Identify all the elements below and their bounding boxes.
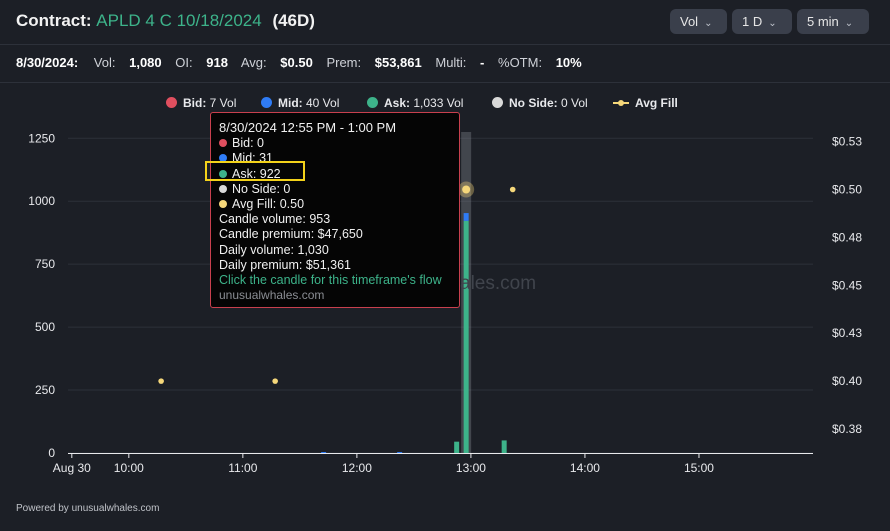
x-tick-label: 11:00 — [228, 461, 257, 475]
noside-dot-icon — [219, 184, 227, 193]
x-tick-label: 10:00 — [114, 461, 144, 475]
y-right-tick-label: $0.43 — [832, 326, 862, 340]
y-left-tick-label: 250 — [35, 383, 55, 397]
y-right-tick-label: $0.38 — [832, 422, 862, 436]
candle-tooltip: 8/30/2024 12:55 PM - 1:00 PM Bid: 0 Mid:… — [210, 112, 460, 308]
powered-by[interactable]: Powered by unusualwhales.com — [16, 503, 159, 514]
tooltip-daily-volume: Daily volume: 1,030 — [219, 242, 329, 257]
mid-volume-bar — [397, 451, 403, 453]
y-right-tick-label: $0.53 — [832, 135, 862, 149]
x-tick-label: Aug 30 — [53, 461, 91, 475]
tooltip-candle-volume: Candle volume: 953 — [219, 212, 331, 227]
y-right-tick-label: $0.50 — [832, 182, 862, 196]
x-tick-label: 13:00 — [456, 461, 486, 475]
tooltip-daily-premium: Daily premium: $51,361 — [219, 257, 352, 272]
tooltip-noside: No Side: 0 — [219, 182, 451, 197]
chart-watermark: ales.com — [460, 273, 537, 294]
x-tick-label: 12:00 — [342, 461, 372, 475]
ask-volume-bar — [454, 441, 460, 453]
tooltip-bid: Bid: 0 — [219, 136, 451, 151]
ask-volume-bar — [463, 220, 469, 453]
mid-volume-bar — [463, 213, 469, 221]
x-tick-label: 15:00 — [684, 461, 714, 475]
y-left-tick-label: 1000 — [28, 194, 55, 208]
tooltip-flow-link[interactable]: Click the candle for this timeframe's fl… — [219, 273, 451, 288]
y-right-tick-label: $0.45 — [832, 278, 862, 292]
y-right-tick-label: $0.40 — [832, 374, 862, 388]
y-left-tick-label: 0 — [48, 446, 55, 460]
avg-fill-point — [272, 378, 278, 384]
tooltip-watermark: unusualwhales.com — [219, 288, 325, 303]
avg-fill-point — [462, 185, 471, 194]
tooltip-title: 8/30/2024 12:55 PM - 1:00 PM — [219, 120, 397, 135]
y-left-tick-label: 500 — [35, 320, 55, 334]
avg-fill-point — [158, 378, 164, 384]
ask-volume-bar — [501, 440, 507, 453]
bid-dot-icon — [219, 139, 227, 148]
y-right-tick-label: $0.48 — [832, 230, 862, 244]
x-tick-label: 14:00 — [570, 461, 600, 475]
avg-fill-point — [509, 186, 516, 193]
y-left-tick-label: 1250 — [28, 131, 55, 145]
ask-highlight-box — [205, 161, 305, 181]
y-left-tick-label: 750 — [35, 257, 55, 271]
mid-volume-bar — [321, 452, 327, 453]
tooltip-avgfill: Avg Fill: 0.50 — [219, 197, 451, 212]
tooltip-candle-premium: Candle premium: $47,650 — [219, 227, 363, 242]
avgfill-dot-icon — [219, 200, 227, 209]
